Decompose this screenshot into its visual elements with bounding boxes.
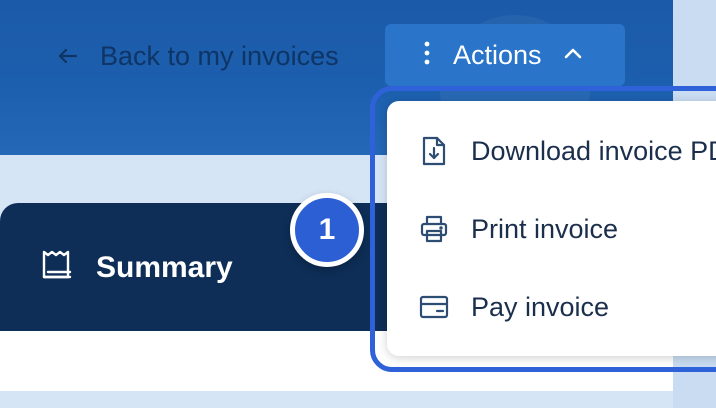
summary-title: Summary — [96, 251, 233, 284]
receipt-icon — [40, 247, 74, 289]
download-file-icon — [419, 135, 449, 167]
menu-item-download-invoice[interactable]: Download invoice PDF — [419, 131, 716, 171]
menu-item-label: Print invoice — [471, 213, 619, 244]
arrow-left-icon — [56, 44, 80, 68]
menu-item-pay-invoice[interactable]: Pay invoice — [419, 287, 609, 327]
chevron-up-icon — [564, 46, 582, 64]
actions-button[interactable]: Actions — [385, 24, 625, 86]
step-badge: 1 — [290, 193, 364, 267]
menu-item-label: Download invoice PDF — [471, 135, 716, 166]
menu-item-print-invoice[interactable]: Print invoice — [419, 209, 618, 249]
menu-item-label: Pay invoice — [471, 291, 610, 322]
more-vertical-icon — [423, 40, 431, 71]
back-link-label: Back to my invoices — [100, 40, 339, 71]
card-icon — [419, 293, 449, 321]
back-to-invoices-link[interactable]: Back to my invoices — [56, 34, 339, 78]
actions-dropdown-menu: Download invoice PDF Print invoice Pay i… — [387, 101, 716, 356]
summary-heading: Summary — [40, 247, 233, 289]
printer-icon — [419, 214, 449, 244]
actions-label: Actions — [453, 39, 542, 70]
